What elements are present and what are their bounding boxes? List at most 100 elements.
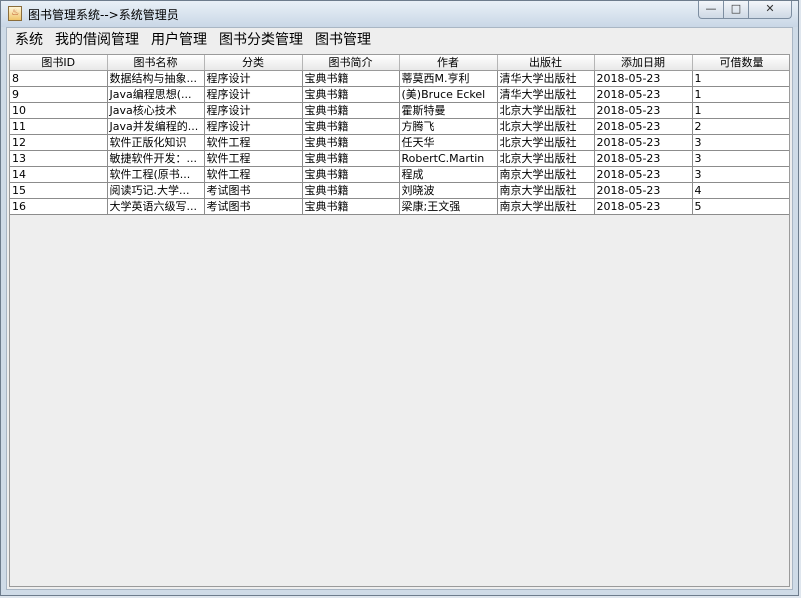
table-row[interactable]: 9 Java编程思想(... 程序设计 宝典书籍 (美)Bruce Eckel … <box>10 86 789 103</box>
column-header-book-id[interactable]: 图书ID <box>10 55 108 71</box>
cell-publisher[interactable]: 北京大学出版社 <box>497 134 595 151</box>
cell-book-name[interactable]: 软件正版化知识 <box>107 134 205 151</box>
cell-available-count[interactable]: 1 <box>692 102 789 119</box>
column-header-publisher[interactable]: 出版社 <box>497 55 595 71</box>
cell-available-count[interactable]: 1 <box>692 86 789 103</box>
books-table-scrollpane[interactable]: 图书ID 图书名称 分类 图书简介 作者 出版社 添加日期 可借数量 8 数据结… <box>9 54 790 587</box>
cell-book-id[interactable]: 9 <box>10 86 108 103</box>
column-header-book-name[interactable]: 图书名称 <box>107 55 205 71</box>
column-header-date-added[interactable]: 添加日期 <box>594 55 693 71</box>
cell-book-id[interactable]: 8 <box>10 70 108 87</box>
column-header-category[interactable]: 分类 <box>204 55 303 71</box>
cell-category[interactable]: 软件工程 <box>204 134 303 151</box>
cell-publisher[interactable]: 南京大学出版社 <box>497 198 595 215</box>
cell-available-count[interactable]: 4 <box>692 182 789 199</box>
cell-description[interactable]: 宝典书籍 <box>302 150 400 167</box>
cell-category[interactable]: 软件工程 <box>204 150 303 167</box>
cell-date-added[interactable]: 2018-05-23 <box>594 118 693 135</box>
cell-description[interactable]: 宝典书籍 <box>302 166 400 183</box>
cell-description[interactable]: 宝典书籍 <box>302 182 400 199</box>
cell-book-name[interactable]: 阅读巧记.大学... <box>107 182 205 199</box>
menu-user-management[interactable]: 用户管理 <box>145 28 213 52</box>
cell-book-id[interactable]: 11 <box>10 118 108 135</box>
cell-date-added[interactable]: 2018-05-23 <box>594 102 693 119</box>
table-row[interactable]: 10 Java核心技术 程序设计 宝典书籍 霍斯特曼 北京大学出版社 2018-… <box>10 102 789 119</box>
cell-publisher[interactable]: 北京大学出版社 <box>497 150 595 167</box>
menu-category-management[interactable]: 图书分类管理 <box>213 28 309 52</box>
cell-book-id[interactable]: 12 <box>10 134 108 151</box>
cell-available-count[interactable]: 3 <box>692 134 789 151</box>
cell-available-count[interactable]: 1 <box>692 70 789 87</box>
title-bar[interactable]: ♨ 图书管理系统-->系统管理员 — □ ✕ <box>1 1 798 27</box>
table-row[interactable]: 8 数据结构与抽象... 程序设计 宝典书籍 蒂莫西M.亨利 清华大学出版社 2… <box>10 70 789 87</box>
cell-description[interactable]: 宝典书籍 <box>302 70 400 87</box>
cell-book-id[interactable]: 16 <box>10 198 108 215</box>
cell-author[interactable]: RobertC.Martin <box>399 150 498 167</box>
cell-publisher[interactable]: 清华大学出版社 <box>497 70 595 87</box>
table-row[interactable]: 14 软件工程(原书... 软件工程 宝典书籍 程成 南京大学出版社 2018-… <box>10 166 789 183</box>
cell-book-id[interactable]: 15 <box>10 182 108 199</box>
cell-category[interactable]: 程序设计 <box>204 70 303 87</box>
table-row[interactable]: 13 敏捷软件开发：... 软件工程 宝典书籍 RobertC.Martin 北… <box>10 150 789 167</box>
cell-description[interactable]: 宝典书籍 <box>302 118 400 135</box>
cell-author[interactable]: 梁康;王文强 <box>399 198 498 215</box>
cell-available-count[interactable]: 3 <box>692 166 789 183</box>
cell-publisher[interactable]: 北京大学出版社 <box>497 102 595 119</box>
cell-book-name[interactable]: 大学英语六级写... <box>107 198 205 215</box>
cell-category[interactable]: 考试图书 <box>204 198 303 215</box>
table-row[interactable]: 11 Java并发编程的... 程序设计 宝典书籍 方腾飞 北京大学出版社 20… <box>10 118 789 135</box>
cell-date-added[interactable]: 2018-05-23 <box>594 150 693 167</box>
cell-category[interactable]: 程序设计 <box>204 102 303 119</box>
cell-category[interactable]: 考试图书 <box>204 182 303 199</box>
cell-description[interactable]: 宝典书籍 <box>302 102 400 119</box>
cell-book-name[interactable]: 敏捷软件开发：... <box>107 150 205 167</box>
cell-book-id[interactable]: 13 <box>10 150 108 167</box>
table-row[interactable]: 16 大学英语六级写... 考试图书 宝典书籍 梁康;王文强 南京大学出版社 2… <box>10 198 789 215</box>
cell-publisher[interactable]: 南京大学出版社 <box>497 182 595 199</box>
cell-author[interactable]: 刘晓波 <box>399 182 498 199</box>
cell-book-name[interactable]: 数据结构与抽象... <box>107 70 205 87</box>
table-row[interactable]: 15 阅读巧记.大学... 考试图书 宝典书籍 刘晓波 南京大学出版社 2018… <box>10 182 789 199</box>
column-header-description[interactable]: 图书简介 <box>302 55 400 71</box>
cell-date-added[interactable]: 2018-05-23 <box>594 182 693 199</box>
cell-date-added[interactable]: 2018-05-23 <box>594 166 693 183</box>
cell-book-name[interactable]: Java并发编程的... <box>107 118 205 135</box>
cell-category[interactable]: 程序设计 <box>204 86 303 103</box>
cell-book-name[interactable]: 软件工程(原书... <box>107 166 205 183</box>
menu-system[interactable]: 系统 <box>9 28 49 52</box>
minimize-button[interactable]: — <box>698 1 724 19</box>
cell-publisher[interactable]: 南京大学出版社 <box>497 166 595 183</box>
cell-date-added[interactable]: 2018-05-23 <box>594 70 693 87</box>
cell-available-count[interactable]: 2 <box>692 118 789 135</box>
cell-author[interactable]: 方腾飞 <box>399 118 498 135</box>
cell-author[interactable]: 霍斯特曼 <box>399 102 498 119</box>
cell-author[interactable]: 任天华 <box>399 134 498 151</box>
cell-date-added[interactable]: 2018-05-23 <box>594 134 693 151</box>
column-header-available-count[interactable]: 可借数量 <box>692 55 789 71</box>
cell-book-id[interactable]: 10 <box>10 102 108 119</box>
cell-author[interactable]: 程成 <box>399 166 498 183</box>
cell-date-added[interactable]: 2018-05-23 <box>594 86 693 103</box>
close-button[interactable]: ✕ <box>748 1 792 19</box>
cell-date-added[interactable]: 2018-05-23 <box>594 198 693 215</box>
column-header-author[interactable]: 作者 <box>399 55 498 71</box>
menu-book-management[interactable]: 图书管理 <box>309 28 377 52</box>
cell-publisher[interactable]: 北京大学出版社 <box>497 118 595 135</box>
cell-available-count[interactable]: 5 <box>692 198 789 215</box>
cell-book-name[interactable]: Java核心技术 <box>107 102 205 119</box>
cell-author[interactable]: 蒂莫西M.亨利 <box>399 70 498 87</box>
cell-description[interactable]: 宝典书籍 <box>302 198 400 215</box>
cell-available-count[interactable]: 3 <box>692 150 789 167</box>
menu-my-borrowing[interactable]: 我的借阅管理 <box>49 28 145 52</box>
java-app-icon: ♨ <box>8 6 22 21</box>
cell-category[interactable]: 程序设计 <box>204 118 303 135</box>
cell-book-id[interactable]: 14 <box>10 166 108 183</box>
maximize-button[interactable]: □ <box>723 1 749 19</box>
cell-category[interactable]: 软件工程 <box>204 166 303 183</box>
table-row[interactable]: 12 软件正版化知识 软件工程 宝典书籍 任天华 北京大学出版社 2018-05… <box>10 134 789 151</box>
cell-description[interactable]: 宝典书籍 <box>302 134 400 151</box>
cell-description[interactable]: 宝典书籍 <box>302 86 400 103</box>
cell-author[interactable]: (美)Bruce Eckel <box>399 86 498 103</box>
cell-publisher[interactable]: 清华大学出版社 <box>497 86 595 103</box>
cell-book-name[interactable]: Java编程思想(... <box>107 86 205 103</box>
